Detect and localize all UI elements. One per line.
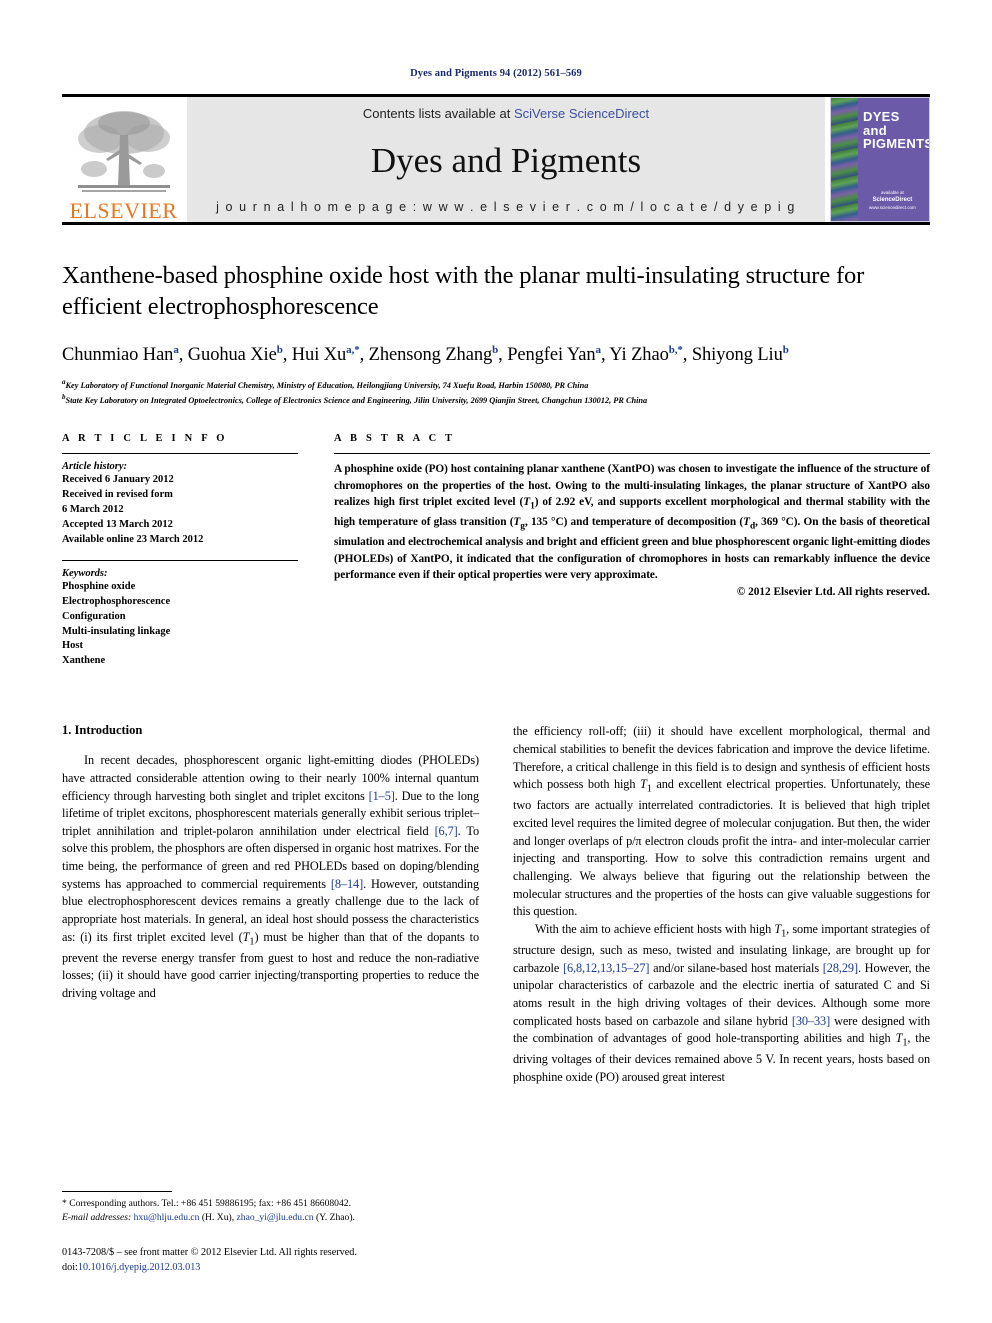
article-history-lines: Received 6 January 2012 Received in revis… — [62, 473, 298, 548]
article-head: Xanthene-based phosphine oxide host with… — [62, 261, 930, 407]
affiliation-list: aKey Laboratory of Functional Inorganic … — [62, 377, 930, 407]
journal-banner: Contents lists available at SciVerse Sci… — [187, 97, 825, 222]
issn-line: 0143-7208/$ – see front matter © 2012 El… — [62, 1247, 357, 1259]
keyword-item: Multi-insulating linkage — [62, 625, 171, 637]
doi-line: doi:10.1016/j.dyepig.2012.03.013 — [62, 1261, 479, 1276]
body-paragraph: With the aim to achieve efficient hosts … — [513, 921, 931, 1084]
keyword-item: Host — [62, 640, 83, 652]
keyword-item: Configuration — [62, 610, 126, 622]
cover-line-1: DYES — [863, 109, 900, 124]
left-column-paragraphs: In recent decades, phosphorescent organi… — [62, 752, 479, 1002]
right-column-paragraphs: the efficiency roll-off; (iii) it should… — [513, 723, 930, 1086]
corresponding-author-note: * Corresponding authors. Tel.: +86 451 5… — [62, 1198, 351, 1210]
doi-prefix: doi: — [62, 1262, 78, 1274]
cover-line-3: PIGMENTS — [863, 136, 930, 152]
journal-article-page: Dyes and Pigments 94 (2012) 561–569 ELSE… — [0, 0, 992, 1323]
article-info-column: A R T I C L E I N F O Article history: R… — [62, 433, 298, 669]
article-body: 1. Introduction In recent decades, phosp… — [62, 723, 930, 1086]
elsevier-wordmark: ELSEVIER — [69, 198, 178, 223]
cover-sciencedirect-mark: available at ScienceDirect www.sciencedi… — [869, 190, 916, 211]
issn-copyright-block: 0143-7208/$ – see front matter © 2012 El… — [62, 1246, 479, 1276]
copyright-line: © 2012 Elsevier Ltd. All rights reserved… — [736, 585, 930, 598]
contents-available-line: Contents lists available at SciVerse Sci… — [363, 106, 649, 121]
cover-sciencedirect-url: www.sciencedirect.com — [869, 204, 916, 210]
abstract-column: A B S T R A C T A phosphine oxide (PO) h… — [334, 433, 930, 669]
cover-image: DYES and PIGMENTS available at ScienceDi… — [830, 97, 930, 222]
elsevier-logo: ELSEVIER — [62, 97, 185, 222]
section-heading-introduction: 1. Introduction — [62, 723, 143, 738]
sciencedirect-link[interactable]: SciVerse ScienceDirect — [514, 106, 649, 121]
article-history-heading: Article history: — [62, 461, 128, 473]
keywords-heading: Keywords: — [62, 567, 108, 579]
footnote-region: * Corresponding authors. Tel.: +86 451 5… — [62, 1191, 479, 1276]
article-history-item: 6 March 2012 — [62, 504, 124, 516]
keyword-item: Phosphine oxide — [62, 580, 136, 592]
keyword-item: Xanthene — [62, 655, 106, 667]
cover-line-2: and — [863, 122, 888, 138]
affiliation-line: aKey Laboratory of Functional Inorganic … — [62, 377, 589, 390]
running-head: Dyes and Pigments 94 (2012) 561–569 — [410, 68, 582, 79]
journal-cover-thumbnail: DYES and PIGMENTS available at ScienceDi… — [830, 97, 930, 222]
contents-prefix: Contents lists available at — [362, 106, 514, 121]
keyword-lines: Phosphine oxide Electrophosphorescence Con… — [62, 580, 298, 669]
body-column-right: the efficiency roll-off; (iii) it should… — [513, 723, 930, 1086]
journal-title: Dyes and Pigments — [370, 141, 642, 180]
journal-homepage-line[interactable]: j o u r n a l h o m e p a g e : w w w . … — [216, 200, 796, 214]
article-history-item: Accepted 13 March 2012 — [62, 518, 173, 530]
page-title: Xanthene-based phosphine oxide host with… — [62, 262, 865, 320]
info-abstract-region: A R T I C L E I N F O Article history: R… — [62, 433, 930, 669]
masthead-bottom-rule — [62, 222, 930, 225]
body-column-left: 1. Introduction In recent decades, phosp… — [62, 723, 479, 1086]
abstract-label: A B S T R A C T — [334, 433, 456, 445]
article-info-label: A R T I C L E I N F O — [62, 433, 228, 445]
body-paragraph: the efficiency roll-off; (iii) it should… — [513, 724, 931, 919]
footnote-rule — [62, 1191, 172, 1193]
cover-marble-strip — [831, 98, 858, 221]
elsevier-tree-icon — [77, 111, 170, 192]
abstract-body-wrap: A phosphine oxide (PO) host containing p… — [334, 453, 931, 598]
article-history-block: Article history: Received 6 January 2012… — [62, 453, 298, 548]
affiliation-line: bState Key Laboratory on Integrated Opto… — [62, 393, 648, 405]
article-history-item: Received 6 January 2012 — [62, 474, 174, 486]
cover-title-text: DYES and PIGMENTS — [863, 109, 930, 152]
abstract-text: A phosphine oxide (PO) host containing p… — [334, 463, 931, 582]
journal-masthead: ELSEVIER Contents lists available at Sci… — [62, 94, 930, 222]
doi-link[interactable]: 10.1016/j.dyepig.2012.03.013 — [78, 1262, 201, 1273]
author-list: Chunmiao Hana, Guohua Xieb, Hui Xua,*, Z… — [62, 343, 789, 365]
cover-sciencedirect-brand: ScienceDirect — [872, 197, 913, 204]
article-history-item: Available online 23 March 2012 — [62, 533, 204, 545]
email-addresses-note: E-mail addresses: hxu@hlju.edu.cn (H. Xu… — [62, 1211, 355, 1223]
keywords-block: Keywords: Phosphine oxide Electrophosphor… — [62, 559, 298, 669]
article-history-item: Received in revised form — [62, 489, 173, 501]
body-paragraph: In recent decades, phosphorescent organi… — [62, 753, 480, 1001]
keyword-item: Electrophosphorescence — [62, 595, 171, 607]
